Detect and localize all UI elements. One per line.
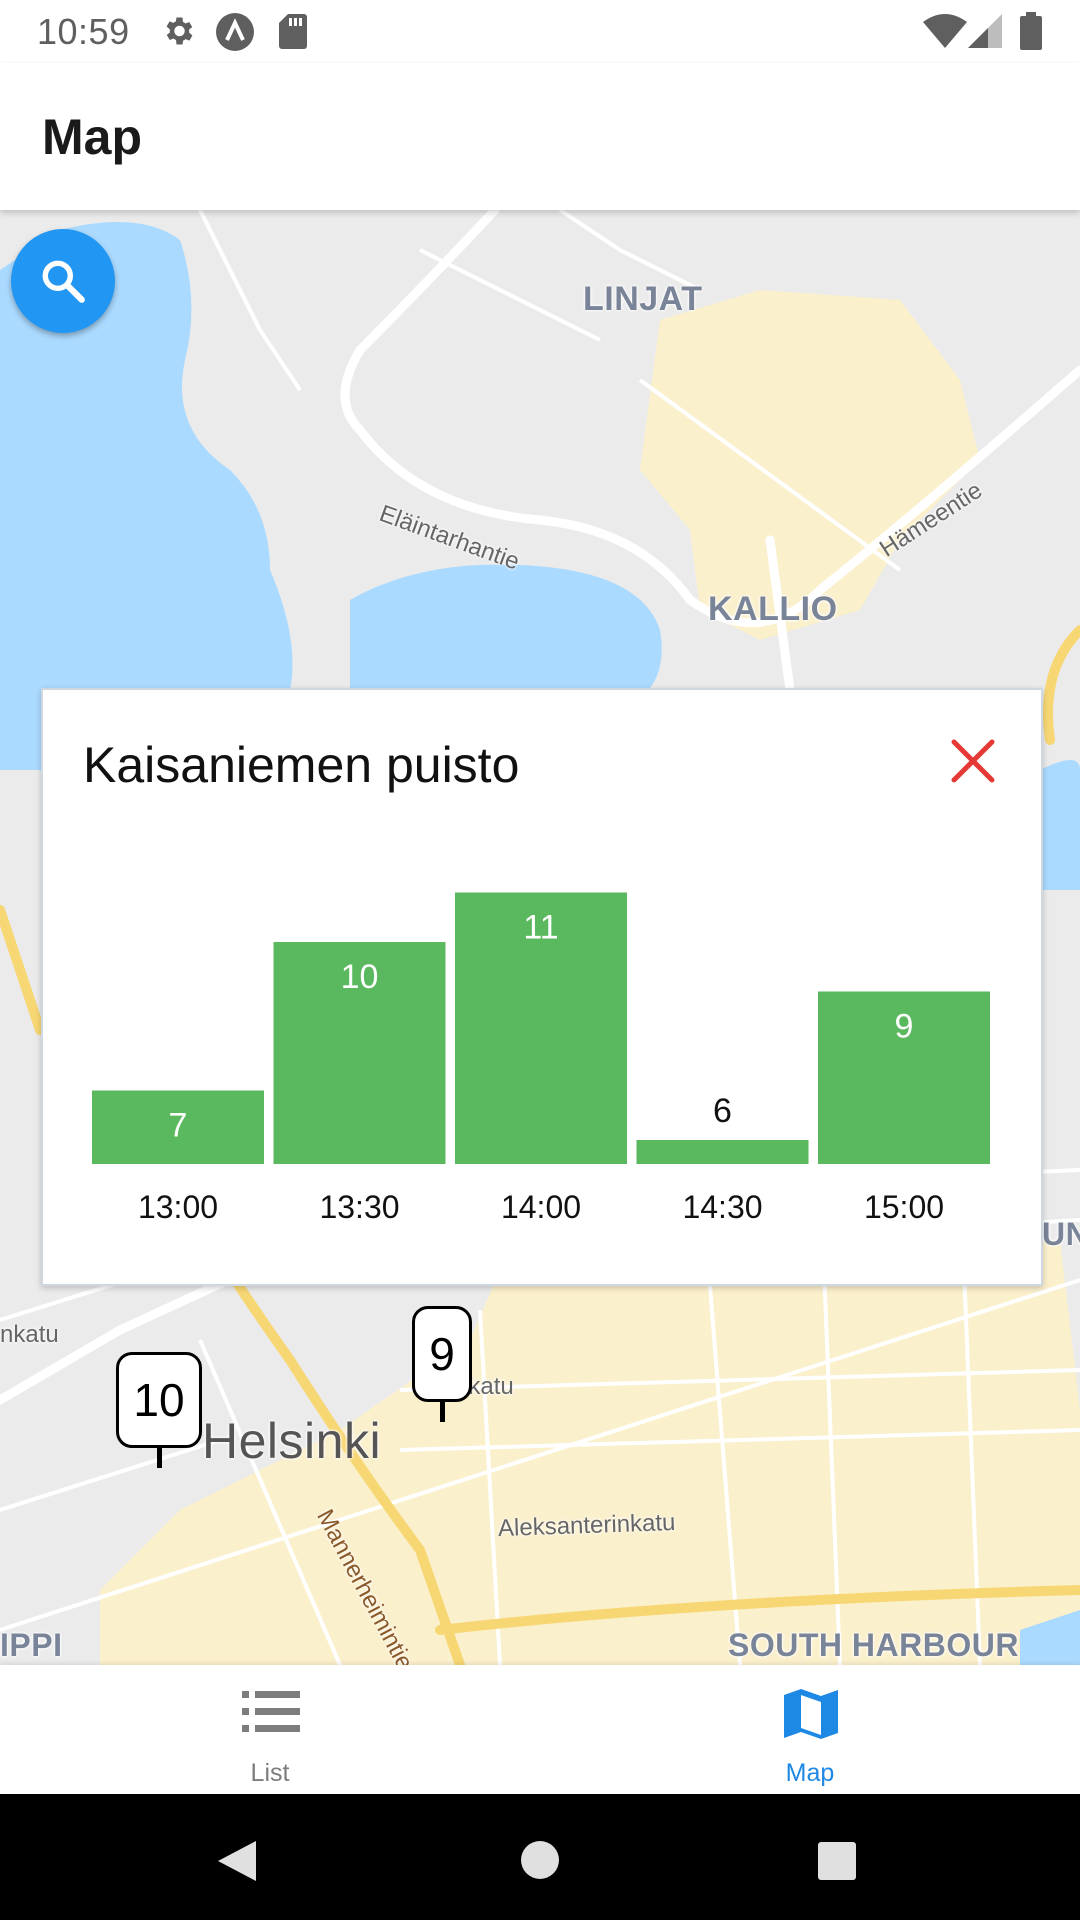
marker-value: 10 bbox=[116, 1352, 202, 1448]
search-button[interactable] bbox=[11, 229, 115, 333]
home-icon[interactable] bbox=[520, 1840, 560, 1880]
occupancy-bar-chart: 7 13:00 10 13:30 11 14:00 6 14:30 9 15:00 bbox=[92, 892, 990, 1225]
app-bar: Map bbox=[0, 63, 1080, 210]
chart-category-label: 14:00 bbox=[501, 1189, 581, 1225]
nav-tab-list[interactable]: List bbox=[0, 1665, 540, 1794]
nav-label-map: Map bbox=[785, 1759, 835, 1787]
list-icon bbox=[242, 1691, 300, 1732]
map-marker[interactable]: 9 bbox=[412, 1306, 472, 1422]
bottom-navigation: List Map bbox=[0, 1665, 1080, 1794]
marker-stem bbox=[157, 1448, 162, 1468]
status-bar: 10:59 bbox=[0, 0, 1080, 63]
cell-signal-icon bbox=[968, 12, 1004, 55]
settings-gear-icon bbox=[160, 12, 196, 55]
map-icon bbox=[784, 1689, 838, 1739]
map-label-south-harbour: SOUTH HARBOUR bbox=[728, 1627, 1019, 1663]
marker-value: 9 bbox=[412, 1306, 472, 1402]
search-icon bbox=[42, 260, 85, 303]
street-label-nkatu: nkatu bbox=[0, 1321, 59, 1348]
recents-icon[interactable] bbox=[818, 1842, 856, 1880]
battery-icon bbox=[1020, 12, 1042, 55]
chart-bar bbox=[636, 1140, 809, 1164]
page-title: Map bbox=[42, 109, 142, 165]
wifi-icon bbox=[922, 12, 968, 55]
map-label-un: UN bbox=[1042, 1216, 1080, 1252]
nav-tab-map[interactable]: Map bbox=[540, 1665, 1080, 1794]
map-marker[interactable]: 10 bbox=[116, 1352, 202, 1468]
map-label-linjat: LINJAT bbox=[583, 280, 703, 318]
marker-stem bbox=[440, 1402, 445, 1422]
chart-category-label: 13:00 bbox=[138, 1189, 218, 1225]
chart-data-label: 7 bbox=[169, 1107, 188, 1145]
chart-data-label: 10 bbox=[341, 958, 379, 996]
map-label-helsinki: Helsinki bbox=[202, 1413, 382, 1469]
chart-category-label: 14:30 bbox=[682, 1189, 762, 1225]
map-label-kallio: KALLIO bbox=[708, 590, 838, 628]
chart-category-label: 13:30 bbox=[319, 1189, 399, 1225]
chart-data-label: 9 bbox=[895, 1008, 914, 1046]
status-time: 10:59 bbox=[37, 11, 130, 52]
app-logo-icon bbox=[215, 12, 255, 57]
system-navigation-bar bbox=[0, 1794, 1080, 1920]
chart-data-label: 6 bbox=[713, 1092, 732, 1130]
back-icon[interactable] bbox=[216, 1839, 258, 1883]
location-popup-card: Kaisaniemen puisto 7 13:00 10 13:30 11 14:00 6… bbox=[41, 688, 1043, 1286]
nav-label-list: List bbox=[250, 1759, 290, 1787]
sd-card-icon bbox=[278, 12, 308, 55]
map-label-ippi: IPPI bbox=[0, 1627, 63, 1663]
chart-category-label: 15:00 bbox=[864, 1189, 944, 1225]
chart-data-label: 11 bbox=[523, 909, 558, 947]
